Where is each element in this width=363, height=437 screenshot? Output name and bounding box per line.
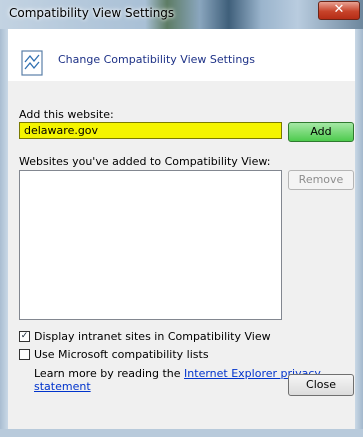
window-frame-left	[0, 29, 8, 437]
ms-lists-checkbox-label: Use Microsoft compatibility lists	[34, 348, 209, 361]
header-title: Change Compatibility View Settings	[58, 53, 256, 66]
website-input[interactable]	[19, 122, 282, 139]
ms-lists-checkbox[interactable]	[19, 349, 30, 360]
window-close-button[interactable]: ✕	[318, 1, 360, 20]
remove-button[interactable]: Remove	[288, 170, 354, 190]
intranet-checkbox-label: Display intranet sites in Compatibility …	[34, 330, 271, 343]
window-frame-right	[355, 29, 363, 437]
compatibility-icon	[21, 50, 43, 76]
intranet-checkbox[interactable]: ✓	[19, 331, 30, 342]
add-website-label: Add this website:	[19, 108, 114, 121]
websites-list[interactable]	[19, 170, 282, 320]
window-frame-bottom	[0, 429, 363, 437]
title-bar: Compatibility View Settings ✕	[0, 0, 363, 29]
learn-more-prefix: Learn more by reading the	[34, 367, 185, 380]
window-title: Compatibility View Settings	[9, 6, 175, 20]
close-button[interactable]: Close	[288, 374, 354, 396]
added-websites-label: Websites you've added to Compatibility V…	[19, 155, 271, 168]
add-button[interactable]: Add	[288, 122, 354, 142]
dialog-body: Change Compatibility View Settings Add t…	[8, 29, 355, 429]
header-band: Change Compatibility View Settings	[8, 29, 355, 81]
